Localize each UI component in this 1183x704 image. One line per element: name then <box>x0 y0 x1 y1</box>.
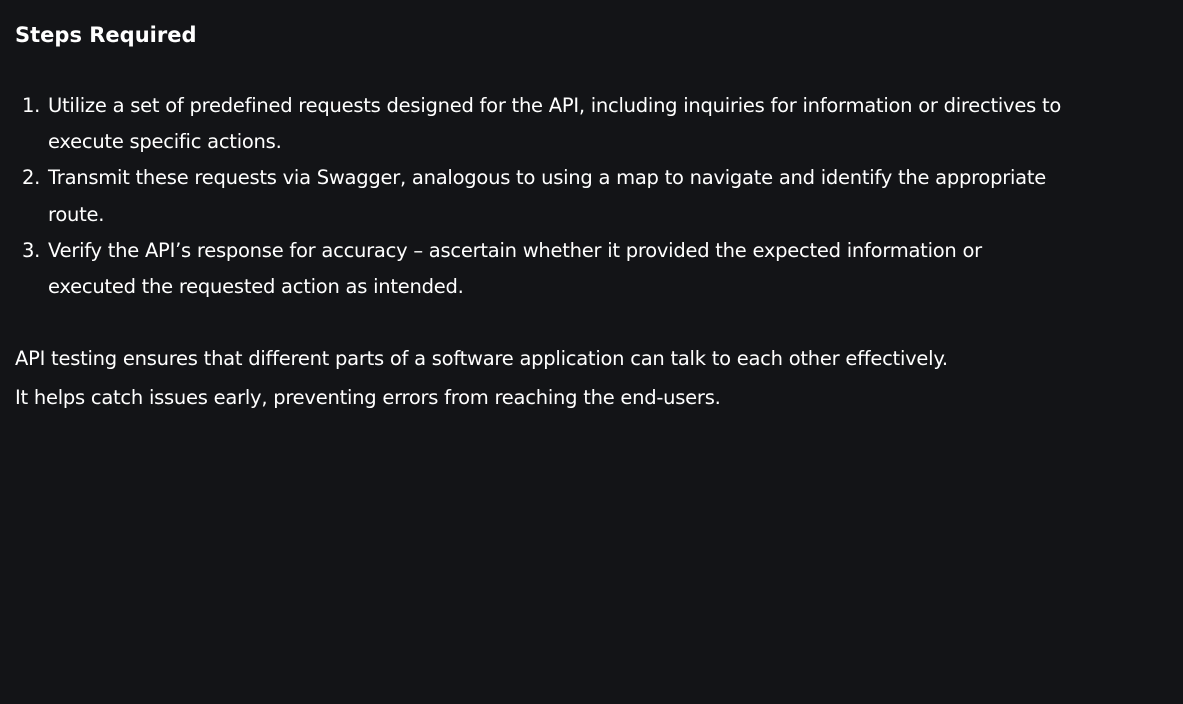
step-number: 1. <box>22 94 41 117</box>
step-text: Transmit these requests via Swagger, ana… <box>48 166 1047 226</box>
list-item: 3. Verify the API’s response for accurac… <box>15 233 1075 305</box>
list-item: 1. Utilize a set of predefined requests … <box>15 88 1075 160</box>
summary-paragraph: API testing ensures that different parts… <box>15 339 1115 417</box>
steps-list: 1. Utilize a set of predefined requests … <box>15 88 1075 305</box>
summary-line: It helps catch issues early, preventing … <box>15 386 721 409</box>
list-item: 2. Transmit these requests via Swagger, … <box>15 160 1075 232</box>
section-heading: Steps Required <box>15 23 197 47</box>
step-number: 3. <box>22 238 41 262</box>
step-text: Utilize a set of predefined requests des… <box>48 94 1062 154</box>
step-text: Verify the API’s response for accuracy –… <box>48 238 982 299</box>
summary-line: API testing ensures that different parts… <box>15 347 948 370</box>
step-number: 2. <box>22 166 41 190</box>
